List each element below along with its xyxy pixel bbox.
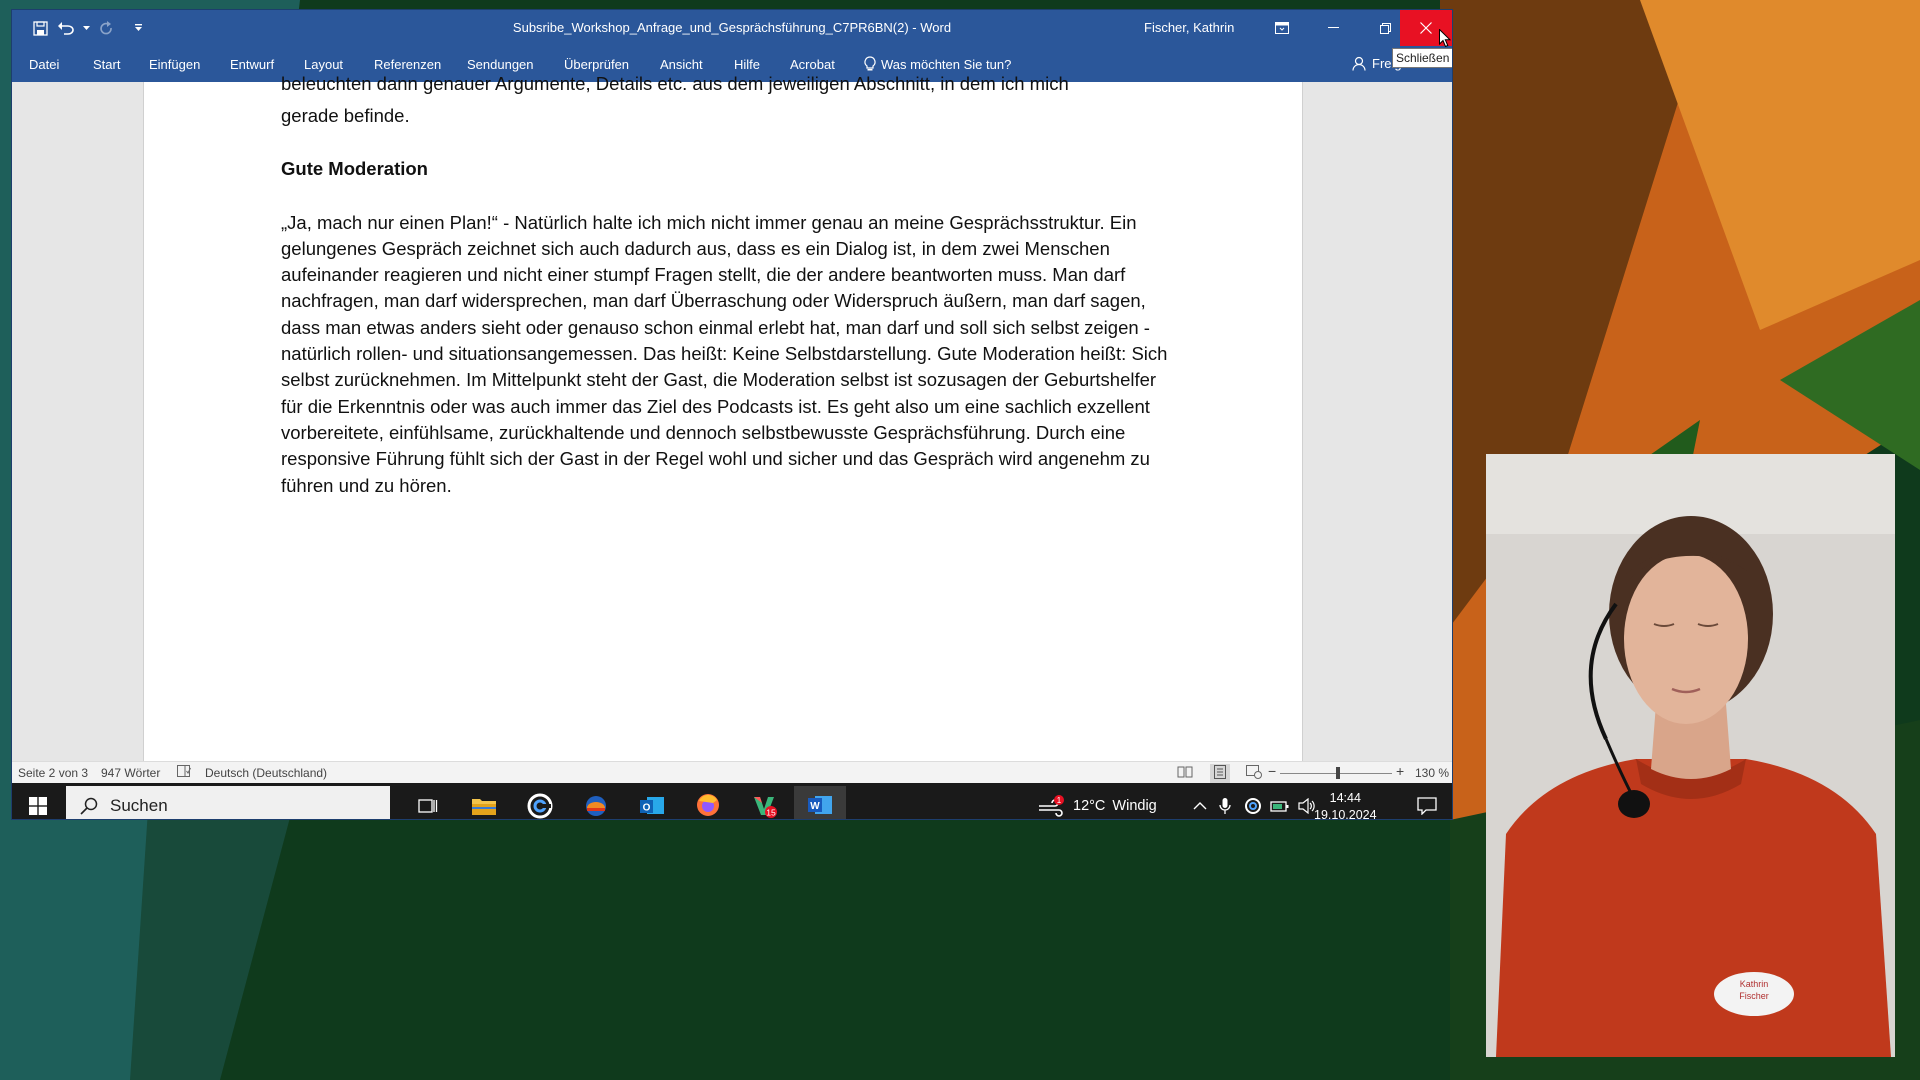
restore-icon xyxy=(1379,22,1391,34)
language-indicator[interactable]: Deutsch (Deutschland) xyxy=(205,766,327,780)
taskbar-clock[interactable]: 14:44 19.10.2024 xyxy=(1314,790,1377,819)
account-name[interactable]: Fischer, Kathrin xyxy=(1144,20,1234,35)
lightbulb-icon xyxy=(864,56,876,71)
search-placeholder: Suchen xyxy=(110,796,168,815)
document-body: gerade befinde. Gute Moderation „Ja, mac… xyxy=(281,103,1171,499)
wind-weather-icon: 1 xyxy=(1039,795,1064,817)
show-hidden-icons-button[interactable] xyxy=(1193,783,1207,819)
taskbar-word[interactable]: W xyxy=(794,786,846,819)
tab-entwurf[interactable]: Entwurf xyxy=(230,57,274,72)
document-canvas[interactable]: beleuchten dann genauer Argumente, Detai… xyxy=(12,73,1452,761)
firefox-icon xyxy=(697,794,719,816)
app-badge-count: 15 xyxy=(766,808,776,818)
text-line: gerade befinde. xyxy=(281,105,410,126)
weather-condition: Windig xyxy=(1112,798,1157,814)
battery-tray-button[interactable] xyxy=(1270,783,1290,819)
g-tray-button[interactable] xyxy=(1244,783,1262,819)
print-layout-icon[interactable] xyxy=(1210,764,1230,783)
proofing-icon[interactable] xyxy=(177,765,191,781)
page-count[interactable]: Seite 2 von 3 xyxy=(18,766,88,780)
word-count[interactable]: 947 Wörter xyxy=(101,766,160,780)
ribbon-display-icon xyxy=(1275,22,1289,34)
taskbar-chrome-g-app[interactable] xyxy=(514,786,566,819)
windows-taskbar: Suchen O 15 W 1 12°C Windig 14:44 19.10.… xyxy=(12,783,1452,819)
tab-datei[interactable]: Datei xyxy=(29,57,59,72)
taskbar-firefox[interactable] xyxy=(682,786,734,819)
taskbar-search[interactable]: Suchen xyxy=(66,786,390,819)
folder-icon xyxy=(472,799,496,815)
minimize-button[interactable] xyxy=(1307,10,1359,46)
tab-ueberpruefen[interactable]: Überprüfen xyxy=(564,57,629,72)
battery-charging-icon xyxy=(1270,801,1289,812)
tab-acrobat[interactable]: Acrobat xyxy=(790,57,835,72)
title-bar: Subsribe_Workshop_Anfrage_und_Gesprächsf… xyxy=(12,10,1452,46)
notifications-button[interactable] xyxy=(1417,783,1437,819)
task-view-button[interactable] xyxy=(402,786,454,819)
clock-time: 14:44 xyxy=(1329,791,1361,805)
name-tag-last: Fischer xyxy=(1739,991,1769,1001)
tab-start[interactable]: Start xyxy=(93,57,120,72)
search-icon xyxy=(80,797,98,815)
start-button[interactable] xyxy=(12,786,64,819)
svg-text:W: W xyxy=(810,801,820,812)
taskbar-file-explorer[interactable] xyxy=(458,786,510,819)
chevron-up-icon xyxy=(1193,802,1207,810)
webcam-video: Kathrin Fischer xyxy=(1486,454,1895,1057)
tab-referenzen[interactable]: Referenzen xyxy=(374,57,441,72)
zoom-in-icon[interactable]: + xyxy=(1396,763,1404,779)
tell-me-search[interactable]: Was möchten Sie tun? xyxy=(864,56,1011,72)
partially-visible-line: beleuchten dann genauer Argumente, Detai… xyxy=(281,73,1069,94)
g-circle-icon xyxy=(527,793,553,819)
close-icon xyxy=(1420,22,1432,34)
web-layout-icon[interactable] xyxy=(1246,765,1262,782)
tab-ansicht[interactable]: Ansicht xyxy=(660,57,703,72)
tab-layout[interactable]: Layout xyxy=(304,57,343,72)
notification-icon xyxy=(1417,797,1437,815)
body-paragraph: „Ja, mach nur einen Plan!“ - Natürlich h… xyxy=(281,211,1168,496)
colorful-app-icon: 15 xyxy=(754,797,777,818)
ribbon-display-options-button[interactable] xyxy=(1256,10,1308,46)
close-tooltip: Schließen xyxy=(1392,48,1452,68)
presenter-video-frame: Kathrin Fischer xyxy=(1486,454,1895,1057)
clock-date: 19.10.2024 xyxy=(1314,808,1377,819)
document-title: Subsribe_Workshop_Anfrage_und_Gesprächsf… xyxy=(512,20,952,35)
svg-text:O: O xyxy=(643,803,651,814)
tab-hilfe[interactable]: Hilfe xyxy=(734,57,760,72)
weather-temperature: 12°C xyxy=(1073,798,1106,814)
taskbar-app-badge[interactable]: 15 xyxy=(738,786,790,819)
windows-logo-icon xyxy=(29,797,47,815)
document-page[interactable]: beleuchten dann genauer Argumente, Detai… xyxy=(143,73,1303,761)
microphone-tray-button[interactable] xyxy=(1219,783,1231,819)
mouse-cursor-icon xyxy=(1439,29,1451,48)
outlook-icon: O xyxy=(640,797,664,814)
g-tray-icon xyxy=(1245,798,1261,814)
taskbar-outlook[interactable]: O xyxy=(626,786,678,819)
read-mode-icon[interactable] xyxy=(1177,765,1193,782)
zoom-out-icon[interactable]: − xyxy=(1268,763,1276,779)
tab-sendungen[interactable]: Sendungen xyxy=(467,57,534,72)
section-heading: Gute Moderation xyxy=(281,158,428,180)
task-view-icon xyxy=(418,799,438,813)
name-tag-first: Kathrin xyxy=(1740,979,1769,989)
word-window: Subsribe_Workshop_Anfrage_und_Gesprächsf… xyxy=(12,10,1452,819)
person-icon xyxy=(1352,56,1366,71)
zoom-slider-thumb[interactable] xyxy=(1336,767,1340,779)
tab-einfuegen[interactable]: Einfügen xyxy=(149,57,200,72)
status-bar: Seite 2 von 3 947 Wörter Deutsch (Deutsc… xyxy=(12,761,1452,784)
taskbar-app-orange[interactable] xyxy=(570,786,622,819)
microphone-icon xyxy=(1219,798,1231,814)
app-orange-icon xyxy=(586,796,606,816)
weather-badge: 1 xyxy=(1057,796,1062,805)
weather-widget[interactable]: 1 12°C Windig xyxy=(1037,783,1157,819)
word-icon: W xyxy=(808,796,832,814)
minimize-icon xyxy=(1327,27,1339,28)
zoom-level[interactable]: 130 % xyxy=(1415,766,1449,780)
tell-me-label: Was möchten Sie tun? xyxy=(881,56,1012,72)
